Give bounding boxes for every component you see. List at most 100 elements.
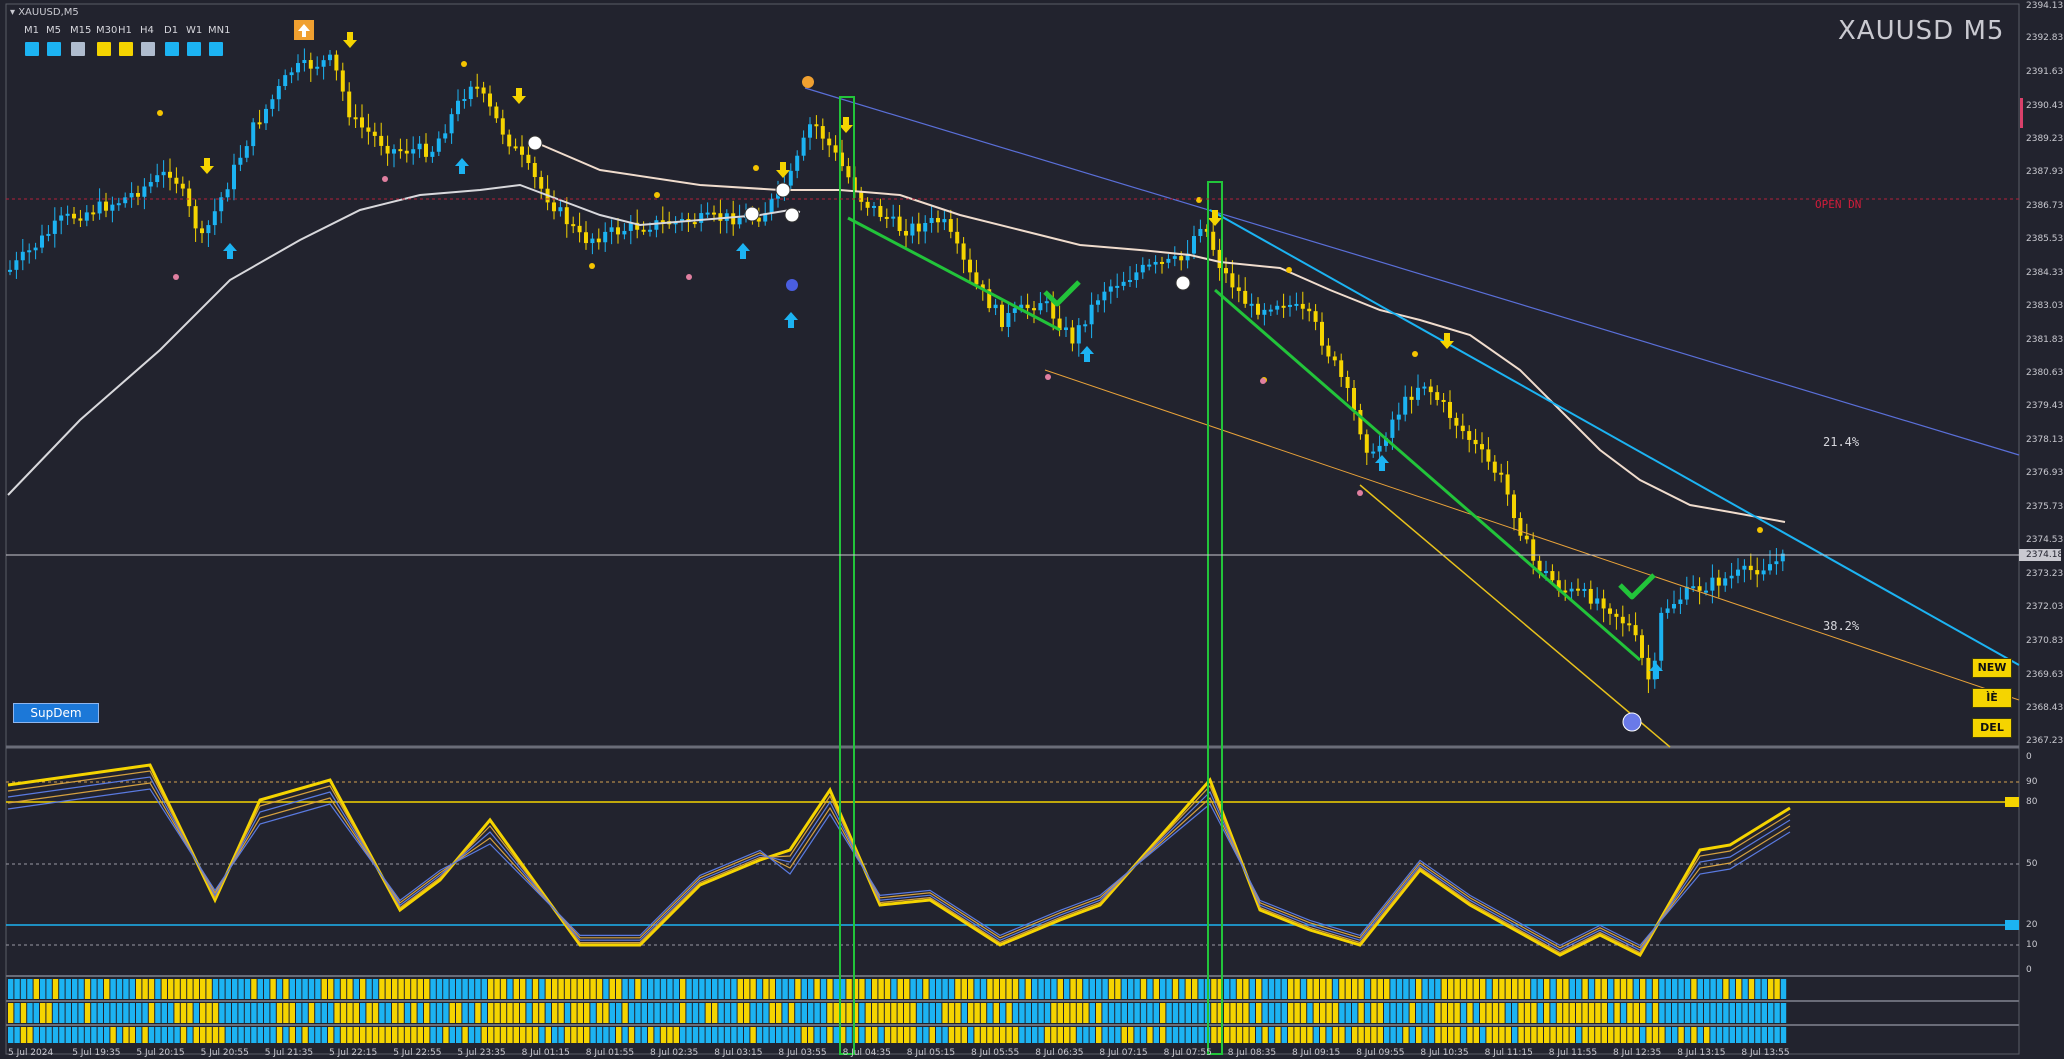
- candle-body: [33, 247, 38, 251]
- strip-cell: [654, 1003, 660, 1023]
- strip-cell: [718, 979, 724, 999]
- strip-cell: [1044, 1027, 1051, 1043]
- strip-cell: [1294, 1003, 1300, 1023]
- timeframe-label-d1[interactable]: D1: [164, 25, 178, 36]
- timeframe-label-m5[interactable]: M5: [46, 25, 61, 36]
- timeframe-box-mn1[interactable]: [209, 42, 223, 56]
- strip-cell: [648, 979, 654, 999]
- price-tick-label: 2392.83: [2026, 33, 2064, 43]
- candle-body: [200, 228, 204, 234]
- candle-body: [1345, 376, 1350, 388]
- timeframe-label-m30[interactable]: M30: [96, 25, 117, 36]
- strip-cell: [961, 1027, 967, 1043]
- strip-cell: [500, 979, 507, 999]
- strip-cell: [1486, 1003, 1492, 1023]
- strip-cell: [1224, 1027, 1230, 1043]
- timeframe-box-w1[interactable]: [187, 42, 201, 56]
- oscillator-panel[interactable]: [6, 763, 2019, 957]
- candle-body: [878, 205, 883, 217]
- strip-cell: [1121, 979, 1127, 999]
- strip-cell: [1499, 979, 1505, 999]
- timeframe-box-m5[interactable]: [47, 42, 61, 56]
- price-tick-label: 2372.03: [2026, 602, 2064, 612]
- strip-cell: [443, 1003, 449, 1023]
- timeframe-label-m1[interactable]: M1: [24, 25, 39, 36]
- strip-cell: [616, 1003, 622, 1023]
- strip-cell: [1697, 1003, 1703, 1023]
- strip-cell: [622, 1027, 628, 1043]
- strip-cell: [1460, 1027, 1467, 1043]
- candle-body: [372, 131, 377, 136]
- chart-canvas[interactable]: [0, 0, 2064, 1059]
- candle-body: [712, 212, 716, 215]
- time-tick-label: 8 Jul 06:35: [1035, 1048, 1084, 1058]
- strip-cell: [1416, 1003, 1422, 1023]
- strip-cell: [97, 1003, 103, 1023]
- strip-cell: [1761, 979, 1767, 999]
- candle-body: [1627, 623, 1632, 626]
- strip-cell: [1608, 1027, 1614, 1043]
- strip-cell: [1422, 1003, 1428, 1023]
- strip-cell: [1492, 1003, 1499, 1023]
- new-button[interactable]: NEW: [1972, 658, 2012, 678]
- strip-cell: [1256, 979, 1262, 999]
- timeframe-box-d1[interactable]: [165, 42, 179, 56]
- strip-cell: [923, 979, 929, 999]
- strip-cell: [1729, 1003, 1735, 1023]
- collapse-triangle-icon[interactable]: ▾: [10, 7, 18, 18]
- time-tick-label: 8 Jul 09:55: [1356, 1048, 1405, 1058]
- candle-body: [1179, 256, 1184, 261]
- strip-cell: [296, 1027, 302, 1043]
- strip-cell: [936, 1027, 942, 1043]
- main-price-chart[interactable]: [7, 20, 2020, 748]
- timeframe-label-h1[interactable]: H1: [118, 25, 132, 36]
- candle-body: [1774, 561, 1779, 565]
- candle-body: [1460, 425, 1465, 432]
- strip-cell: [1614, 979, 1620, 999]
- strip-cell: [142, 1027, 148, 1043]
- strip-cell: [1710, 1003, 1716, 1023]
- ie-button[interactable]: ÌÈ: [1972, 688, 2012, 708]
- strip-cell: [897, 979, 903, 999]
- strip-cell: [1300, 1027, 1307, 1043]
- strip-cell: [1723, 1027, 1729, 1043]
- strip-cell: [763, 979, 769, 999]
- strip-cell: [468, 1027, 475, 1043]
- strip-cell: [225, 979, 231, 999]
- candle-body: [1243, 290, 1248, 304]
- strip-cell: [1684, 1027, 1691, 1043]
- strip-cell: [1755, 1003, 1761, 1023]
- strip-cell: [1755, 979, 1761, 999]
- strip-cell: [1505, 979, 1511, 999]
- strip-cell: [692, 1003, 699, 1023]
- strip-cell: [366, 979, 372, 999]
- timeframe-box-h1[interactable]: [119, 42, 133, 56]
- strip-cell: [283, 1003, 289, 1023]
- timeframe-label-mn1[interactable]: MN1: [208, 25, 230, 36]
- time-tick-label: 8 Jul 05:15: [906, 1048, 956, 1058]
- timeframe-label-m15[interactable]: M15: [70, 25, 91, 36]
- trendline-green-2: [1214, 288, 1641, 662]
- strip-cell: [756, 1003, 763, 1023]
- strip-cell: [1512, 979, 1518, 999]
- strip-cell: [1537, 1003, 1543, 1023]
- timeframe-box-h4[interactable]: [141, 42, 155, 56]
- supdem-button[interactable]: SupDem: [13, 703, 99, 723]
- time-tick-label: 5 Jul 22:55: [393, 1048, 442, 1058]
- strip-cell: [1025, 1003, 1031, 1023]
- strip-cell: [270, 1027, 276, 1043]
- strip-cell: [136, 1003, 142, 1023]
- strip-cell: [328, 1027, 334, 1043]
- strip-cell: [404, 979, 411, 999]
- strip-cell: [1384, 979, 1390, 999]
- timeframe-label-w1[interactable]: W1: [186, 25, 202, 36]
- del-button[interactable]: DEL: [1972, 718, 2012, 738]
- timeframe-box-m15[interactable]: [71, 42, 85, 56]
- strip-cell: [1563, 1027, 1569, 1043]
- strip-cell: [974, 1027, 980, 1043]
- candle-body: [1236, 287, 1241, 291]
- candle-body: [270, 99, 275, 109]
- timeframe-label-h4[interactable]: H4: [140, 25, 154, 36]
- timeframe-box-m1[interactable]: [25, 42, 39, 56]
- timeframe-box-m30[interactable]: [97, 42, 111, 56]
